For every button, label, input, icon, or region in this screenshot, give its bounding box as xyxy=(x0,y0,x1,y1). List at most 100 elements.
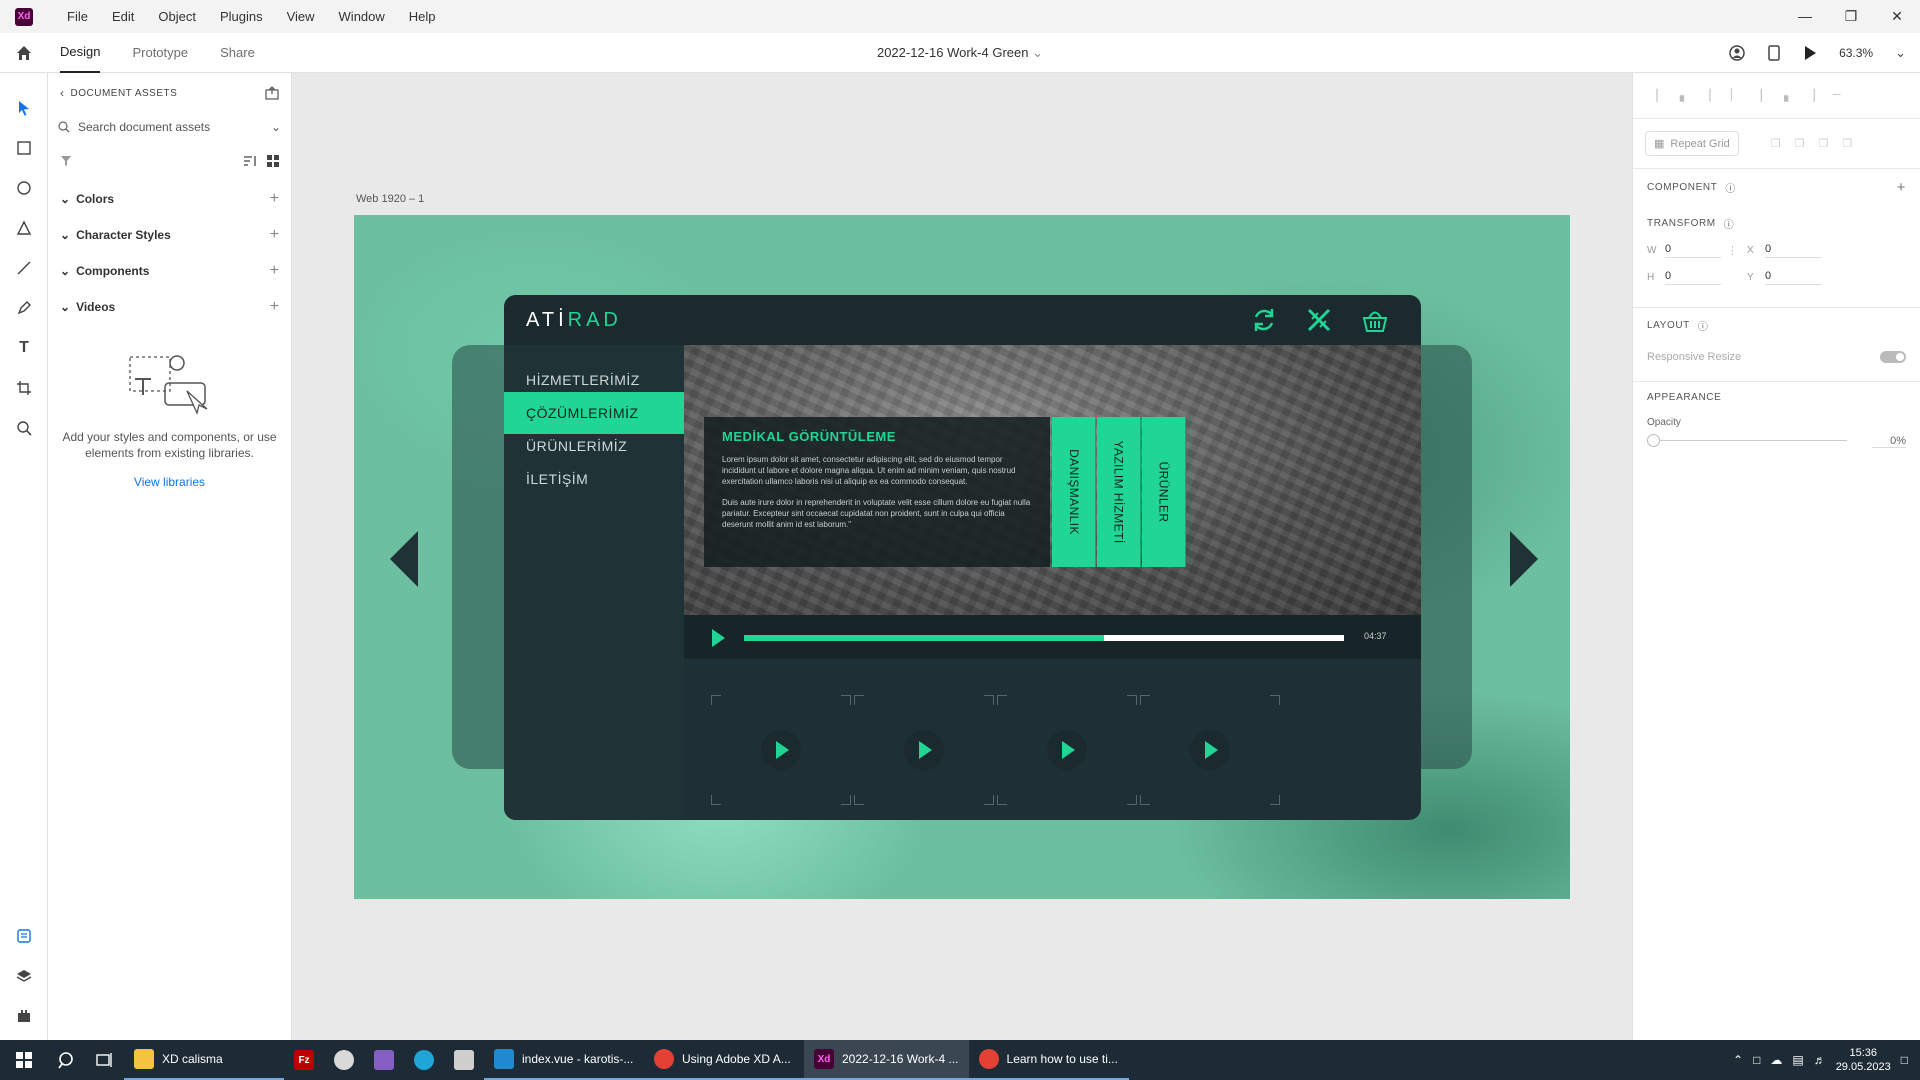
taskbar-app-chrome-1[interactable]: Using Adobe XD A... xyxy=(644,1040,804,1080)
intersect-boolean-icon[interactable]: ❐ xyxy=(1818,137,1828,150)
video-thumbnail[interactable] xyxy=(854,695,994,805)
minimize-icon[interactable]: — xyxy=(1782,8,1828,25)
info-icon[interactable]: ⓘ xyxy=(1698,318,1709,333)
taskbar-app-xd-calisma[interactable]: XD calisma xyxy=(124,1040,284,1080)
layers-panel-icon[interactable] xyxy=(13,965,35,987)
opacity-value[interactable]: 0% xyxy=(1872,435,1906,448)
section-colors[interactable]: ⌄ Colors + xyxy=(48,181,291,217)
menu-plugins[interactable]: Plugins xyxy=(208,9,275,24)
taskbar-app-xd[interactable]: Xd 2022-12-16 Work-4 ... xyxy=(804,1040,969,1080)
lock-icon[interactable]: ⋮ xyxy=(1727,244,1741,257)
onedrive-icon[interactable]: ☁ xyxy=(1770,1053,1782,1067)
prev-arrow-icon[interactable] xyxy=(390,531,418,587)
thumbnail-play-icon[interactable] xyxy=(761,730,801,770)
grid-view-icon[interactable] xyxy=(267,155,279,167)
filezilla-icon[interactable]: Fz xyxy=(284,1040,324,1080)
thumbnail-play-icon[interactable] xyxy=(1047,730,1087,770)
y-field[interactable]: 0 xyxy=(1765,270,1821,285)
thumbnail-play-icon[interactable] xyxy=(1190,730,1230,770)
section-videos[interactable]: ⌄ Videos + xyxy=(48,289,291,325)
thumbnail-play-icon[interactable] xyxy=(904,730,944,770)
taskbar-app-chrome-2[interactable]: Learn how to use ti... xyxy=(968,1040,1129,1080)
ellipse-tool-icon[interactable] xyxy=(13,177,35,199)
align-center-icon[interactable]: ▗ xyxy=(1780,89,1788,102)
menu-file[interactable]: File xyxy=(55,9,100,24)
play-icon[interactable] xyxy=(712,629,725,647)
clock[interactable]: 15:36 29.05.2023 xyxy=(1836,1046,1891,1074)
video-thumbnail[interactable] xyxy=(1140,695,1280,805)
add-color-icon[interactable]: + xyxy=(270,190,279,208)
next-arrow-icon[interactable] xyxy=(1510,531,1538,587)
align-right-icon[interactable]: ▕ xyxy=(1806,89,1814,102)
line-tool-icon[interactable] xyxy=(13,257,35,279)
info-icon[interactable]: ⓘ xyxy=(1725,180,1736,195)
text-tool-icon[interactable]: T xyxy=(13,337,35,359)
filter-icon[interactable] xyxy=(60,155,72,167)
menu-help[interactable]: Help xyxy=(397,9,448,24)
back-chevron-icon[interactable]: ‹ xyxy=(60,86,65,100)
plugins-panel-icon[interactable] xyxy=(13,1005,35,1027)
tray-chevron-icon[interactable]: ⌃ xyxy=(1733,1053,1743,1067)
artboard-label[interactable]: Web 1920 – 1 xyxy=(356,193,424,205)
video-thumbnail[interactable] xyxy=(997,695,1137,805)
tab-prototype[interactable]: Prototype xyxy=(132,33,188,73)
align-middle-icon[interactable]: ▗ xyxy=(1675,89,1683,102)
tab-share[interactable]: Share xyxy=(220,33,255,73)
edge-icon[interactable] xyxy=(404,1040,444,1080)
responsive-resize-toggle[interactable] xyxy=(1880,351,1906,363)
calculator-icon[interactable] xyxy=(444,1040,484,1080)
vtab-urunler[interactable]: ÜRÜNLER xyxy=(1142,417,1186,567)
align-top-icon[interactable]: ▕ xyxy=(1649,89,1657,102)
taskbar-app-vscode[interactable]: index.vue - karotis-... xyxy=(484,1040,644,1080)
repeat-grid-button[interactable]: ▦ Repeat Grid xyxy=(1645,131,1739,156)
opacity-slider[interactable] xyxy=(1647,434,1847,448)
restore-icon[interactable]: ❐ xyxy=(1828,8,1874,25)
artboard-tool-icon[interactable] xyxy=(13,377,35,399)
add-video-icon[interactable]: + xyxy=(270,298,279,316)
add-character-style-icon[interactable]: + xyxy=(270,226,279,244)
subtract-boolean-icon[interactable]: ❐ xyxy=(1795,137,1805,150)
windows-start-icon[interactable] xyxy=(0,1040,48,1080)
visual-studio-icon[interactable] xyxy=(364,1040,404,1080)
refresh-icon[interactable] xyxy=(1249,305,1279,335)
section-character-styles[interactable]: ⌄ Character Styles + xyxy=(48,217,291,253)
artboard[interactable]: ATİRAD HİZMETLERİMİZ ÇÖZÜMLERİMİZ ÜRÜNLERİ… xyxy=(354,215,1570,899)
align-bottom-icon[interactable]: ▕ xyxy=(1702,89,1710,102)
assets-panel-icon[interactable] xyxy=(13,925,35,947)
close-icon[interactable]: ✕ xyxy=(1874,8,1920,25)
user-icon[interactable] xyxy=(1729,44,1745,61)
menu-view[interactable]: View xyxy=(275,9,327,24)
menu-edit[interactable]: Edit xyxy=(100,9,146,24)
network-icon[interactable]: ▤ xyxy=(1792,1053,1803,1067)
distribute-horizontal-icon[interactable]: ─ xyxy=(1833,89,1841,102)
sort-icon[interactable] xyxy=(243,155,257,167)
rectangle-tool-icon[interactable] xyxy=(13,137,35,159)
section-components[interactable]: ⌄ Components + xyxy=(48,253,291,289)
exclude-boolean-icon[interactable]: ❐ xyxy=(1842,137,1852,150)
volume-icon[interactable]: ♬ xyxy=(1814,1053,1826,1067)
search-dropdown-icon[interactable]: ⌄ xyxy=(271,120,281,134)
mobile-preview-icon[interactable] xyxy=(1767,44,1781,61)
distribute-vertical-icon[interactable]: │ xyxy=(1728,89,1735,102)
basket-icon[interactable] xyxy=(1360,305,1390,335)
notifications-icon[interactable]: □ xyxy=(1901,1053,1908,1067)
tab-design[interactable]: Design xyxy=(60,33,101,73)
document-title[interactable]: 2022-12-16 Work-4 Green ⌄ xyxy=(877,45,1043,60)
zoom-chevron-icon[interactable]: ⌄ xyxy=(1895,45,1906,61)
menu-object[interactable]: Object xyxy=(146,9,208,24)
video-thumbnail[interactable] xyxy=(711,695,851,805)
x-field[interactable]: 0 xyxy=(1765,243,1821,258)
export-icon[interactable] xyxy=(265,86,279,100)
select-tool-icon[interactable] xyxy=(13,97,35,119)
vtab-danismanlik[interactable]: DANIŞMANLIK xyxy=(1052,417,1096,567)
task-view-icon[interactable] xyxy=(86,1040,124,1080)
play-icon[interactable] xyxy=(1803,45,1817,61)
view-libraries-link[interactable]: View libraries xyxy=(48,475,291,489)
height-field[interactable]: 0 xyxy=(1665,270,1721,285)
add-component-icon[interactable]: + xyxy=(270,262,279,280)
width-field[interactable]: 0 xyxy=(1665,243,1721,258)
zoom-level[interactable]: 63.3% xyxy=(1839,46,1873,60)
tools-icon[interactable] xyxy=(1304,305,1334,335)
add-boolean-icon[interactable]: ❐ xyxy=(1771,137,1781,150)
paint-icon[interactable] xyxy=(324,1040,364,1080)
